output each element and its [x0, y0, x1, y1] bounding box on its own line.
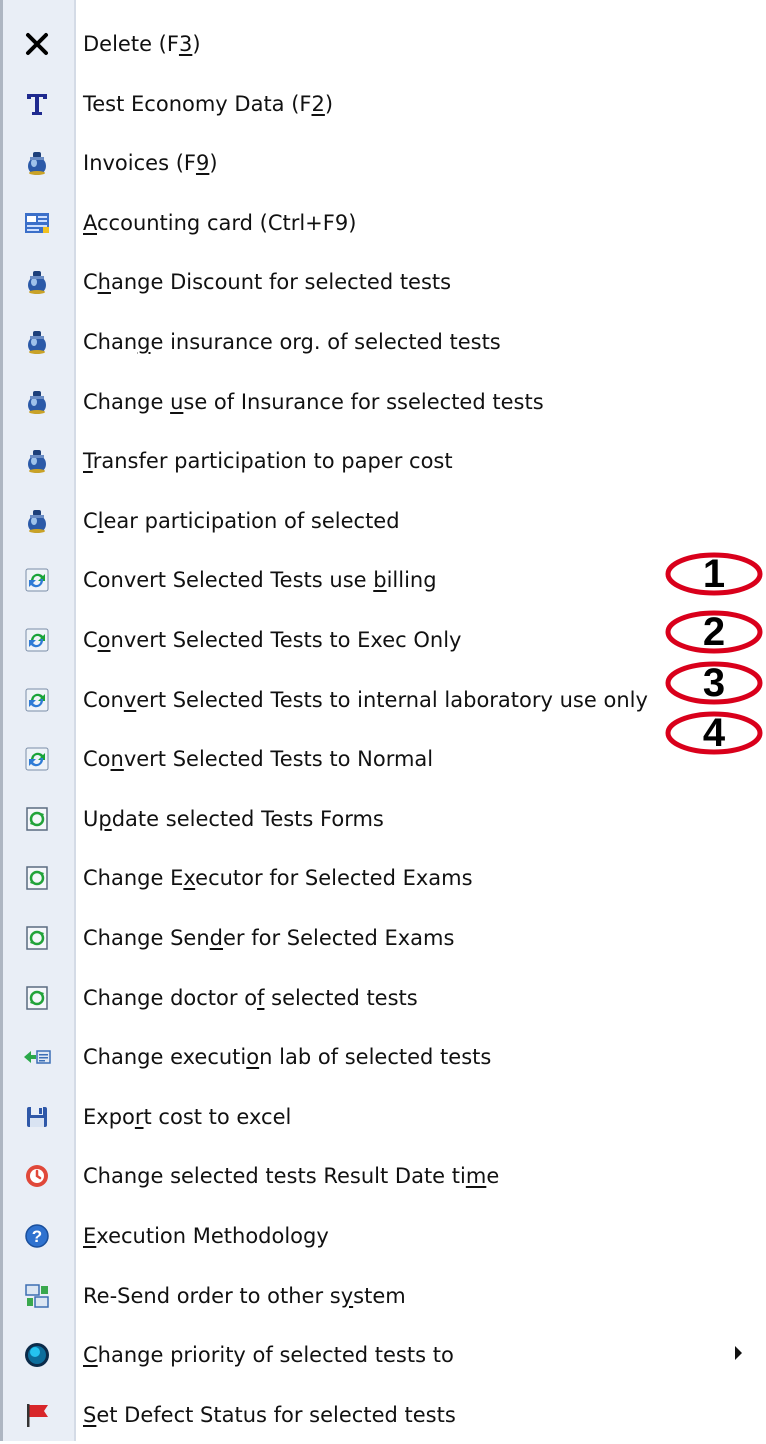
help-icon: ?	[23, 1222, 51, 1250]
menu-item-label: Convert Selected Tests to Exec Only	[83, 628, 462, 652]
annotation-ring-3: 3	[664, 661, 764, 705]
menu-item-21[interactable]: ? Execution Methodology	[0, 1207, 766, 1265]
menu-item-label: Convert Selected Tests to Normal	[83, 747, 434, 772]
menu-item-23[interactable]: Change priority of selected tests to	[0, 1326, 766, 1384]
menu-item-6[interactable]: Change insurance org. of selected tests	[0, 313, 766, 371]
money-bag-icon	[23, 328, 51, 356]
refresh-form-icon	[23, 984, 51, 1012]
menu-item-label: Update selected Tests Forms	[83, 806, 384, 831]
menu-item-label: Change Discount for selected tests	[83, 270, 452, 295]
clock-icon	[23, 1162, 51, 1190]
menu-item-17[interactable]: Change doctor of selected tests	[0, 969, 766, 1027]
priority-ball-icon	[23, 1341, 51, 1369]
annotation-ring-1: 1	[664, 552, 764, 596]
menu-item-label: Export cost to excel	[83, 1104, 292, 1129]
menu-item-label: Change priority of selected tests to	[83, 1343, 454, 1368]
menu-item-8[interactable]: Transfer participation to paper cost	[0, 432, 766, 490]
menu-item-2[interactable]: Test Economy Data (F2)	[0, 75, 766, 133]
annotation-number: 1	[702, 552, 726, 596]
menu-item-14[interactable]: Update selected Tests Forms	[0, 790, 766, 848]
menu-item-label: Change execution lab of selected tests	[83, 1045, 492, 1070]
menu-item-label: Change insurance org. of selected tests	[83, 330, 501, 354]
money-bag-icon	[23, 149, 51, 177]
annotation-number: 3	[702, 661, 726, 705]
menu-item-15[interactable]: Change Executor for Selected Exams	[0, 849, 766, 907]
annotation-ring-2: 2	[664, 610, 764, 654]
refresh-form-icon	[23, 864, 51, 892]
menu-item-label: Delete (F3)	[83, 32, 201, 56]
menu-item-label: Change Executor for Selected Exams	[83, 866, 473, 891]
menu-item-13[interactable]: Convert Selected Tests to Normal	[0, 730, 766, 788]
menu-item-22[interactable]: Re-Send order to other system	[0, 1267, 766, 1325]
menu-item-18[interactable]: Change execution lab of selected tests	[0, 1028, 766, 1086]
money-bag-icon	[23, 507, 51, 535]
menu-item-label: Change doctor of selected tests	[83, 985, 418, 1010]
annotation-ring-4: 4	[664, 711, 764, 755]
svg-text:?: ?	[32, 1227, 42, 1246]
menu-item-label: Re-Send order to other system	[83, 1283, 406, 1308]
menu-item-7[interactable]: Change use of Insurance for sselected te…	[0, 373, 766, 431]
refresh-form-icon	[23, 924, 51, 952]
menu-item-19[interactable]: Export cost to excel	[0, 1088, 766, 1146]
submenu-arrow-icon	[735, 1346, 742, 1361]
money-bag-icon	[23, 447, 51, 475]
menu-item-12[interactable]: Convert Selected Tests to internal labor…	[0, 671, 766, 729]
menu-item-16[interactable]: Change Sender for Selected Exams	[0, 909, 766, 967]
menu-item-label: Change selected tests Result Date time	[83, 1164, 500, 1189]
menu-item-10[interactable]: Convert Selected Tests use billing	[0, 551, 766, 609]
context-menu: Delete (F3) Test Economy Data (F2) Invoice…	[0, 0, 766, 1441]
menu-item-label: Accounting card (Ctrl+F9)	[83, 210, 357, 235]
menu-item-label: Test Economy Data (F2)	[83, 91, 334, 116]
menu-item-1[interactable]: Delete (F3)	[0, 15, 766, 73]
convert-icon	[23, 686, 51, 714]
menu-item-label: Clear participation of selected	[83, 508, 400, 533]
convert-icon	[23, 626, 51, 654]
menu-item-label: Invoices (F9)	[83, 151, 218, 176]
menu-item-label: Transfer participation to paper cost	[83, 449, 453, 474]
convert-icon	[23, 566, 51, 594]
save-disk-icon	[23, 1103, 51, 1131]
menu-item-label: Change Sender for Selected Exams	[83, 926, 455, 950]
delete-x-icon	[23, 30, 51, 58]
annotation-number: 4	[702, 711, 726, 755]
menu-item-5[interactable]: Change Discount for selected tests	[0, 253, 766, 311]
money-bag-icon	[23, 268, 51, 296]
convert-icon	[23, 745, 51, 773]
menu-item-20[interactable]: Change selected tests Result Date time	[0, 1147, 766, 1205]
menu-item-4[interactable]: Accounting card (Ctrl+F9)	[0, 194, 766, 252]
accounting-card-icon	[23, 209, 51, 237]
annotation-number: 2	[702, 610, 726, 654]
lab-transfer-icon	[23, 1043, 51, 1071]
text-t-icon	[23, 90, 51, 118]
menu-item-3[interactable]: Invoices (F9)	[0, 134, 766, 192]
resend-icon	[23, 1282, 51, 1310]
menu-item-11[interactable]: Convert Selected Tests to Exec Only	[0, 611, 766, 669]
menu-item-24[interactable]: Set Defect Status for selected tests	[0, 1386, 766, 1444]
money-bag-icon	[23, 388, 51, 416]
menu-item-label: Convert Selected Tests use billing	[83, 568, 437, 593]
flag-icon	[23, 1401, 51, 1429]
menu-item-label: Execution Methodology	[83, 1224, 329, 1248]
menu-item-label: Set Defect Status for selected tests	[83, 1402, 456, 1427]
menu-item-9[interactable]: Clear participation of selected	[0, 492, 766, 550]
menu-item-label: Convert Selected Tests to internal labor…	[83, 687, 648, 712]
refresh-form-icon	[23, 805, 51, 833]
menu-item-label: Change use of Insurance for sselected te…	[83, 389, 544, 414]
